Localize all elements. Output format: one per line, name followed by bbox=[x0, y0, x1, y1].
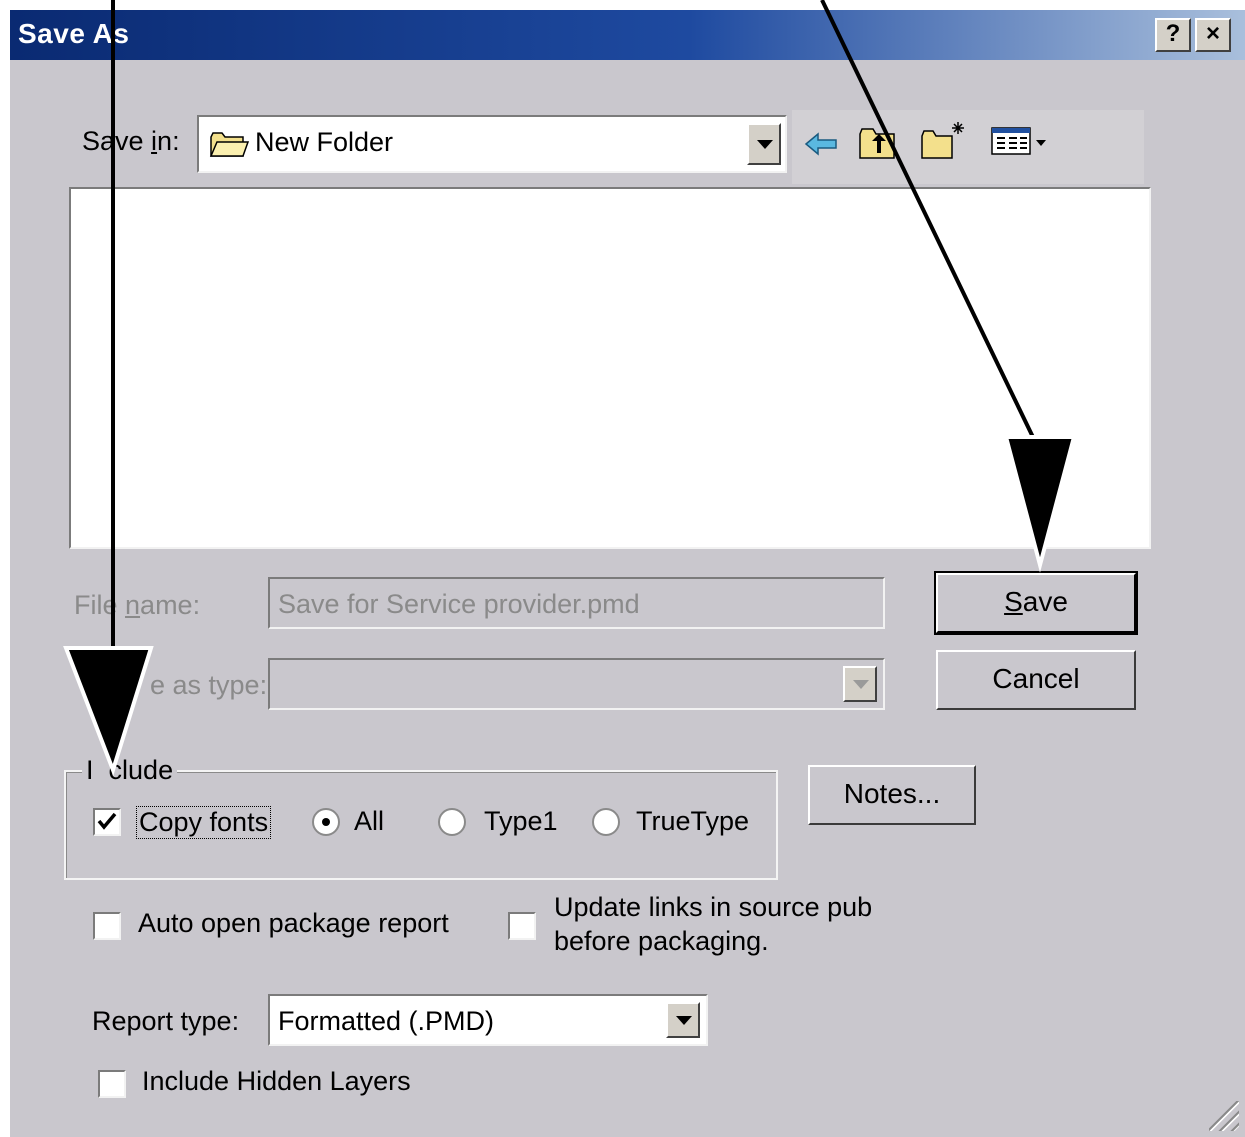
save-in-value: New Folder bbox=[255, 127, 394, 157]
radio-truetype-label[interactable]: TrueType bbox=[636, 806, 749, 837]
save-as-type-label: e as type: bbox=[150, 670, 268, 700]
save-in-dropdown-button[interactable] bbox=[747, 123, 781, 165]
radio-type1[interactable] bbox=[438, 808, 466, 836]
view-menu-icon[interactable] bbox=[990, 124, 1054, 163]
toolbar-panel bbox=[792, 110, 1144, 184]
save-in-label: Save in: bbox=[82, 126, 180, 156]
report-type-value: Formatted (.PMD) bbox=[278, 1006, 495, 1036]
report-type-label: Report type: bbox=[92, 1006, 240, 1036]
update-links-label-line1[interactable]: Update links in source pub bbox=[554, 892, 872, 923]
copy-fonts-checkbox[interactable] bbox=[93, 808, 121, 836]
cancel-button[interactable]: Cancel bbox=[936, 650, 1136, 710]
checkmark-icon bbox=[97, 812, 117, 830]
radio-type1-label[interactable]: Type1 bbox=[484, 806, 558, 837]
auto-open-report-checkbox[interactable] bbox=[93, 912, 121, 940]
radio-all-label[interactable]: All bbox=[354, 806, 384, 837]
copy-fonts-label[interactable]: Copy fonts bbox=[136, 806, 272, 839]
update-links-label-line2[interactable]: before packaging. bbox=[554, 926, 769, 957]
radio-truetype[interactable] bbox=[592, 808, 620, 836]
radio-all[interactable] bbox=[312, 808, 340, 836]
file-list[interactable] bbox=[69, 187, 1151, 549]
save-as-dialog: Save As ? × Save in: New Folder File nam… bbox=[10, 10, 1245, 1137]
resize-grip[interactable] bbox=[1209, 1101, 1239, 1131]
up-one-level-icon[interactable] bbox=[858, 126, 898, 165]
help-button[interactable]: ? bbox=[1155, 18, 1191, 52]
update-links-checkbox[interactable] bbox=[508, 912, 536, 940]
include-group-legend: Include bbox=[82, 755, 178, 786]
back-arrow-icon[interactable] bbox=[804, 132, 838, 161]
window-title: Save As bbox=[18, 18, 130, 49]
close-button[interactable]: × bbox=[1195, 18, 1231, 52]
save-button[interactable]: Save bbox=[936, 573, 1136, 633]
save-as-type-dropdown-button[interactable] bbox=[843, 666, 877, 702]
auto-open-report-label[interactable]: Auto open package report bbox=[138, 908, 449, 939]
save-as-type-select[interactable] bbox=[268, 658, 885, 710]
file-name-value: Save for Service provider.pmd bbox=[278, 589, 640, 619]
file-name-label: File name: bbox=[74, 590, 201, 620]
notes-button[interactable]: Notes... bbox=[808, 765, 976, 825]
folder-icon bbox=[209, 129, 250, 164]
include-hidden-layers-checkbox[interactable] bbox=[98, 1070, 126, 1098]
title-bar[interactable]: Save As ? × bbox=[10, 10, 1245, 60]
save-in-combo[interactable]: New Folder bbox=[197, 115, 787, 173]
include-hidden-layers-label[interactable]: Include Hidden Layers bbox=[142, 1066, 411, 1097]
new-folder-icon[interactable] bbox=[920, 120, 968, 165]
report-type-dropdown-button[interactable] bbox=[666, 1002, 700, 1038]
report-type-select[interactable]: Formatted (.PMD) bbox=[268, 994, 708, 1046]
file-name-input[interactable]: Save for Service provider.pmd bbox=[268, 577, 885, 629]
